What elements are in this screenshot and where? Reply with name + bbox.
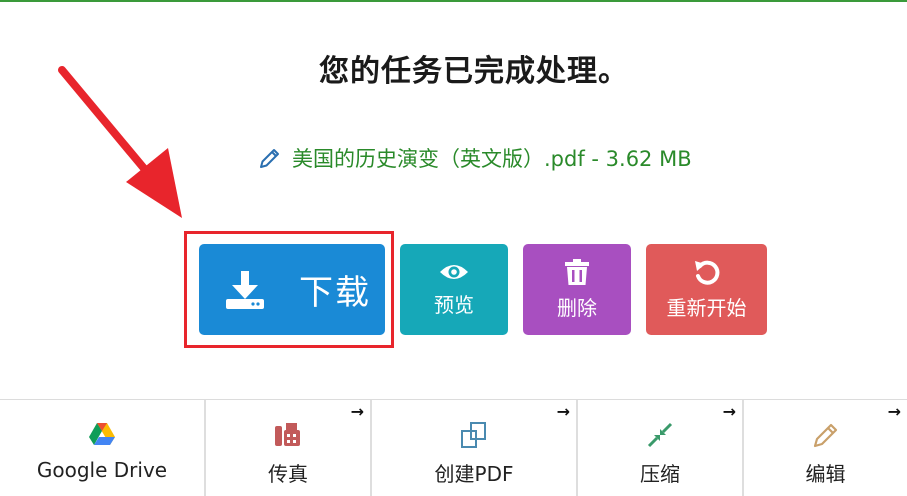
restart-button[interactable]: 重新开始 <box>646 244 767 335</box>
tool-edit[interactable]: → 编辑 <box>744 400 907 496</box>
tool-create-pdf[interactable]: → 创建PDF <box>372 400 578 496</box>
tools-bar: Google Drive → 传真 → 创建PDF → 压缩 → 编辑 <box>0 399 907 496</box>
download-icon <box>226 270 264 309</box>
tool-compress[interactable]: → 压缩 <box>578 400 744 496</box>
tool-label: Google Drive <box>36 458 168 482</box>
tool-label: 传真 <box>268 462 308 486</box>
tool-google-drive[interactable]: Google Drive <box>0 400 206 496</box>
tool-label: 编辑 <box>805 462 846 486</box>
delete-button[interactable]: 删除 <box>523 244 631 335</box>
tool-label: 压缩 <box>640 462 680 486</box>
fax-icon <box>275 423 300 446</box>
pencil-icon <box>260 149 279 168</box>
arrow-right-icon: → <box>722 402 736 421</box>
preview-label: 预览 <box>434 293 474 317</box>
edit-pencil-icon <box>813 423 837 448</box>
file-info[interactable]: 美国的历史演变（英文版）.pdf - 3.62 MB <box>258 144 692 172</box>
arrow-right-icon: → <box>887 402 901 421</box>
tool-label: 创建PDF <box>434 462 514 486</box>
google-drive-icon <box>89 423 115 445</box>
download-label: 下载 <box>299 273 371 313</box>
file-name-size[interactable]: 美国的历史演变（英文版）.pdf - 3.62 MB <box>292 143 692 173</box>
tool-fax[interactable]: → 传真 <box>206 400 372 496</box>
arrow-right-icon: → <box>350 402 364 421</box>
download-button[interactable]: 下载 <box>199 244 385 335</box>
arrow-right-icon: → <box>556 402 570 421</box>
delete-label: 删除 <box>557 296 597 320</box>
compress-icon <box>647 422 673 448</box>
undo-icon <box>694 260 719 285</box>
restart-label: 重新开始 <box>666 296 747 320</box>
create-pdf-icon <box>461 422 486 448</box>
eye-icon <box>440 265 468 279</box>
red-arrow-annotation <box>58 66 182 218</box>
top-border <box>0 0 907 2</box>
trash-icon <box>565 259 589 285</box>
preview-button[interactable]: 预览 <box>400 244 508 335</box>
